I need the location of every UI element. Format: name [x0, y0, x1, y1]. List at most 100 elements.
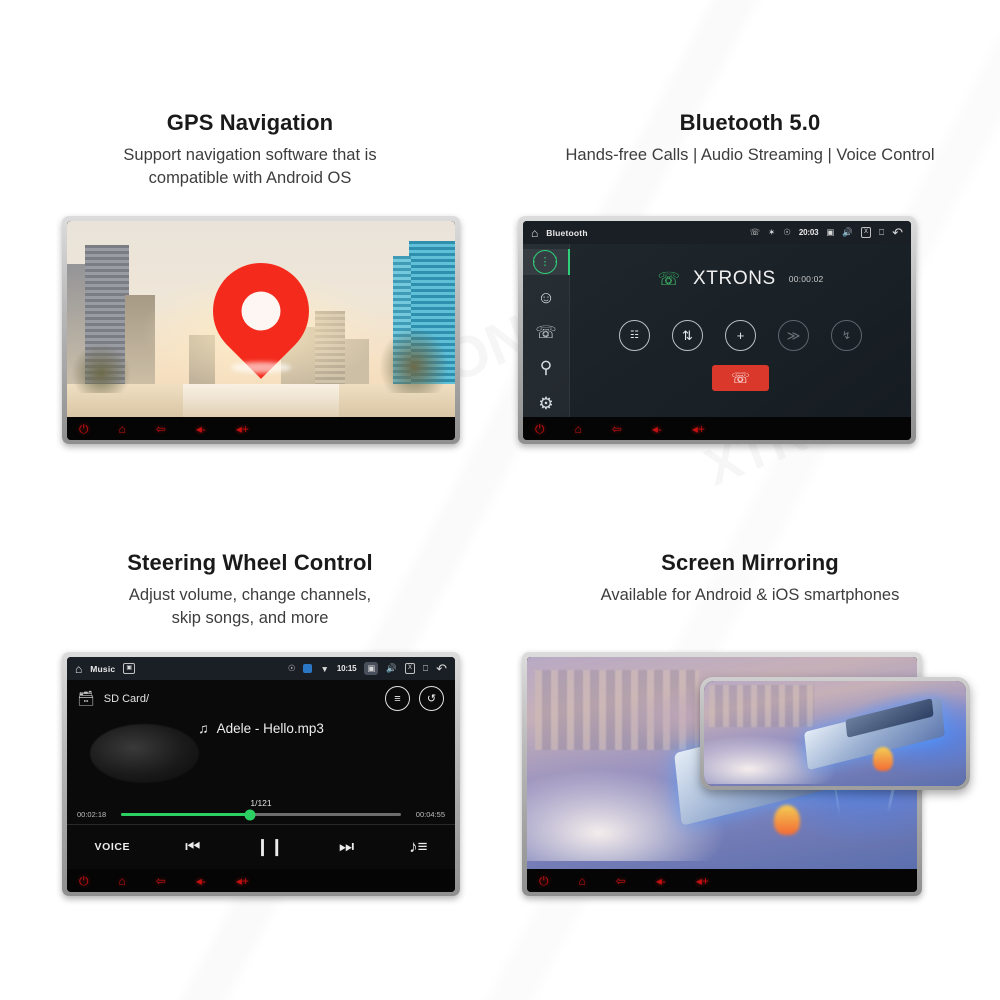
caller-name: XTRONS: [693, 268, 776, 289]
volume-down-icon[interactable]: ◂-: [196, 875, 206, 887]
bluetooth-icon: ✶: [768, 227, 776, 237]
next-button[interactable]: ⏭: [339, 837, 354, 857]
bluetooth-status-bar: ⌂ Bluetooth ☏ ✶ ☉ 20:03 ▣ 🔊 X ⎕ ↶: [523, 221, 911, 244]
phone-screen[interactable]: [704, 681, 966, 786]
forward-call-button[interactable]: ≫: [778, 320, 809, 351]
picture-icon[interactable]: ▣: [123, 663, 136, 674]
music-head-unit: ⌂ Music ▣ ☉ ▼ 10:15 ▣ 🔊 X ⎕ ↶ 🗃 SD Card/…: [62, 652, 460, 896]
transport-controls: VOICE ⏮ ❙❙ ⏭ ♪≡: [67, 824, 455, 869]
volume-up-icon[interactable]: ◂+: [236, 423, 249, 435]
volume-down-icon[interactable]: ◂-: [652, 423, 662, 435]
hang-up-button[interactable]: ☏: [712, 365, 769, 391]
location-icon: ☉: [783, 227, 791, 237]
close-icon[interactable]: X: [860, 227, 871, 238]
music-screen[interactable]: ⌂ Music ▣ ☉ ▼ 10:15 ▣ 🔊 X ⎕ ↶ 🗃 SD Card/…: [67, 657, 455, 869]
app-badge-icon: [303, 664, 313, 673]
sidebar-item-settings[interactable]: ⚙: [529, 391, 563, 417]
bluetooth-screen[interactable]: ⌂ Bluetooth ☏ ✶ ☉ 20:03 ▣ 🔊 X ⎕ ↶ ⋮⋮⋮ ☺ …: [523, 221, 911, 417]
gps-caption: GPS Navigation Support navigation softwa…: [30, 110, 470, 191]
add-call-button[interactable]: +: [725, 320, 756, 351]
recents-icon[interactable]: ⎕: [423, 663, 428, 674]
home-icon[interactable]: ⌂: [579, 875, 586, 887]
sidebar-item-contacts[interactable]: ☺: [529, 284, 563, 310]
contacts-icon: ☺: [537, 287, 555, 307]
volume-down-icon[interactable]: ◂-: [656, 875, 666, 887]
back-icon[interactable]: ↶: [892, 225, 903, 241]
camera-icon[interactable]: ▣: [826, 227, 834, 238]
mirrored-smartphone: [700, 677, 970, 790]
volume-icon[interactable]: 🔊: [386, 663, 397, 674]
home-icon[interactable]: ⌂: [119, 875, 126, 887]
now-playing-row: ♫ Adele - Hello.mp3: [67, 720, 455, 736]
sidebar-item-call-history[interactable]: ☏: [529, 320, 563, 346]
progress-slider[interactable]: [121, 809, 401, 820]
sidebar-item-dialpad[interactable]: ⋮⋮⋮: [523, 249, 570, 276]
voice-button[interactable]: VOICE: [94, 841, 130, 853]
swap-call-button[interactable]: ↯: [831, 320, 862, 351]
screen-title: Music: [90, 663, 116, 674]
music-body: 🗃 SD Card/ ≡ ↺ ♫ Adele - Hello.mp3 1/121…: [67, 680, 455, 869]
home-icon[interactable]: ⌂: [75, 662, 82, 676]
music-unit-inner: ⌂ Music ▣ ☉ ▼ 10:15 ▣ 🔊 X ⎕ ↶ 🗃 SD Card/…: [67, 657, 455, 892]
bluetooth-body: ⋮⋮⋮ ☺ ☏ ⚲ ⚙ ☏ XTRONS 00:00:02 ☷ ⇅ + ≫ ↯ …: [523, 244, 911, 417]
mirroring-hardware-buttons: ⏻ ⌂ ⇦ ◂- ◂+: [527, 869, 917, 892]
pause-button[interactable]: ❙❙: [255, 837, 284, 857]
transfer-audio-button[interactable]: ⇅: [672, 320, 703, 351]
wifi-icon: ▼: [320, 663, 329, 674]
power-icon[interactable]: ⏻: [535, 423, 545, 435]
bluetooth-call-panel: ☏ XTRONS 00:00:02 ☷ ⇅ + ≫ ↯ ☏: [570, 244, 911, 417]
swc-caption: Steering Wheel Control Adjust volume, ch…: [30, 550, 470, 631]
swc-subtitle: Adjust volume, change channels, skip son…: [128, 586, 372, 628]
back-icon[interactable]: ⇦: [616, 875, 626, 887]
playlist-button[interactable]: ♪≡: [409, 837, 427, 857]
sd-card-icon: 🗃: [77, 690, 95, 706]
call-duration: 00:00:02: [788, 274, 824, 284]
gps-head-unit: ⏻ ⌂ ⇦ ◂- ◂+: [62, 216, 460, 444]
back-icon[interactable]: ↶: [436, 661, 447, 677]
volume-down-icon[interactable]: ◂-: [196, 423, 206, 435]
gps-screen[interactable]: [67, 221, 455, 417]
search-icon: ⚲: [539, 358, 553, 378]
dialpad-icon: ⋮⋮⋮: [529, 250, 562, 275]
album-art: ♫ Adele - Hello.mp3: [67, 706, 455, 807]
music-hardware-buttons: ⏻ ⌂ ⇦ ◂- ◂+: [67, 869, 455, 892]
ringing-phone-icon: ☏: [657, 268, 681, 289]
close-icon[interactable]: X: [404, 663, 415, 674]
feature-card-steering-wheel-control: Steering Wheel Control Adjust volume, ch…: [0, 500, 500, 1000]
volume-up-icon[interactable]: ◂+: [696, 875, 709, 887]
home-icon[interactable]: ⌂: [575, 423, 582, 435]
status-clock: 10:15: [336, 664, 357, 673]
previous-button[interactable]: ⏮: [185, 837, 200, 857]
volume-up-icon[interactable]: ◂+: [692, 423, 705, 435]
back-icon[interactable]: ⇦: [156, 875, 166, 887]
sidebar-item-search[interactable]: ⚲: [529, 355, 563, 381]
gps-subtitle: Support navigation software that is comp…: [123, 146, 377, 188]
bluetooth-hardware-buttons: ⏻ ⌂ ⇦ ◂- ◂+: [523, 417, 911, 440]
progress-area: 1/121 00:02:18 00:04:55: [67, 798, 455, 820]
progress-knob[interactable]: [244, 809, 256, 820]
home-icon[interactable]: ⌂: [531, 226, 538, 240]
power-icon[interactable]: ⏻: [79, 423, 89, 435]
swc-title: Steering Wheel Control: [127, 550, 373, 575]
caller-info: ☏ XTRONS 00:00:02: [658, 268, 824, 290]
back-icon[interactable]: ⇦: [612, 423, 622, 435]
mirroring-title: Screen Mirroring: [661, 550, 839, 575]
call-icon: ☏: [749, 227, 761, 237]
home-icon[interactable]: ⌂: [119, 423, 126, 435]
power-icon[interactable]: ⏻: [79, 875, 89, 887]
total-time: 00:04:55: [415, 810, 445, 819]
keypad-button[interactable]: ☷: [619, 320, 650, 351]
recents-icon[interactable]: ⎕: [879, 227, 884, 238]
map-pin-icon: [193, 243, 329, 380]
power-icon[interactable]: ⏻: [539, 875, 549, 887]
now-playing-title: Adele - Hello.mp3: [216, 720, 324, 736]
gps-hardware-buttons: ⏻ ⌂ ⇦ ◂- ◂+: [67, 417, 455, 440]
bluetooth-head-unit: ⌂ Bluetooth ☏ ✶ ☉ 20:03 ▣ 🔊 X ⎕ ↶ ⋮⋮⋮ ☺ …: [518, 216, 916, 444]
volume-up-icon[interactable]: ◂+: [236, 875, 249, 887]
path-label: SD Card/: [103, 692, 150, 705]
camera-icon[interactable]: ▣: [364, 662, 379, 675]
volume-icon[interactable]: 🔊: [842, 227, 853, 238]
gps-title: GPS Navigation: [166, 110, 334, 135]
back-icon[interactable]: ⇦: [156, 423, 166, 435]
feature-grid: GPS Navigation Support navigation softwa…: [0, 0, 1000, 1000]
